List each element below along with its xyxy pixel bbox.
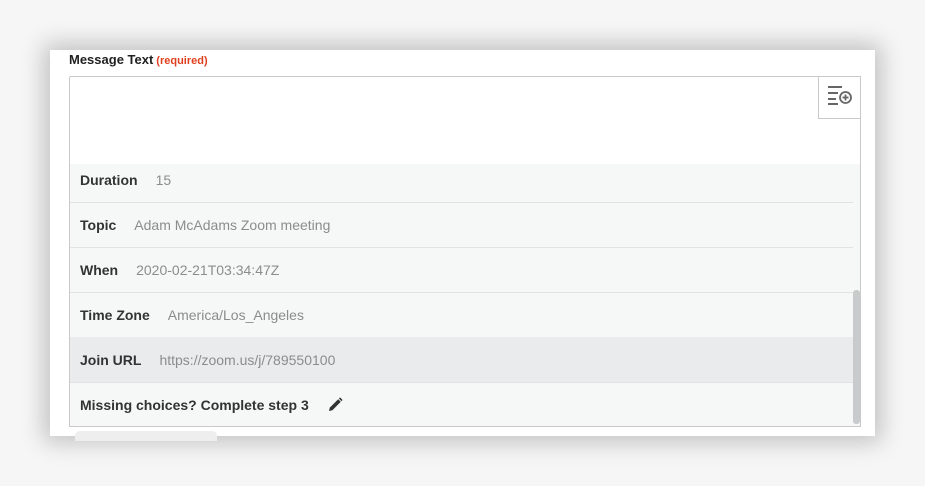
option-value: https://zoom.us/j/789550100 <box>159 351 336 368</box>
dropdown-scrollbar-thumb[interactable] <box>853 290 860 424</box>
required-indicator: (required) <box>156 55 208 67</box>
field-label-text: Message Text <box>69 52 154 67</box>
missing-choices-text: Missing choices? Complete step 3 <box>80 396 309 413</box>
pencil-icon[interactable] <box>327 396 343 413</box>
option-value: America/Los_Angeles <box>167 306 304 323</box>
field-options-dropdown: Duration 15 Topic Adam McAdams Zoom meet… <box>69 164 861 427</box>
option-time-zone[interactable]: Time Zone America/Los_Angeles <box>70 292 855 337</box>
option-key: Duration <box>80 171 138 188</box>
option-join-url[interactable]: Join URL https://zoom.us/j/789550100 <box>70 337 855 382</box>
option-key: Topic <box>80 216 117 233</box>
missing-choices-row: Missing choices? Complete step 3 <box>70 382 855 426</box>
option-value: 2020-02-21T03:34:47Z <box>136 261 280 278</box>
dropdown-scrollbar-track[interactable] <box>853 164 860 426</box>
partially-hidden-button[interactable] <box>75 431 217 441</box>
option-topic[interactable]: Topic Adam McAdams Zoom meeting <box>70 202 855 247</box>
option-key: When <box>80 261 119 278</box>
option-when[interactable]: When 2020-02-21T03:34:47Z <box>70 247 855 292</box>
option-key: Join URL <box>80 351 142 368</box>
option-value: Adam McAdams Zoom meeting <box>134 216 331 233</box>
field-label: Message Text (required) <box>69 52 208 67</box>
option-duration[interactable]: Duration 15 <box>70 164 855 202</box>
form-panel: Message Text (required) Duration 15 Topi… <box>50 50 875 441</box>
insert-data-icon <box>827 84 853 111</box>
insert-data-button[interactable] <box>818 76 861 119</box>
option-key: Time Zone <box>80 306 150 323</box>
screen-backdrop: Message Text (required) Duration 15 Topi… <box>0 0 925 486</box>
option-value: 15 <box>155 171 172 188</box>
message-text-input[interactable] <box>69 76 861 165</box>
